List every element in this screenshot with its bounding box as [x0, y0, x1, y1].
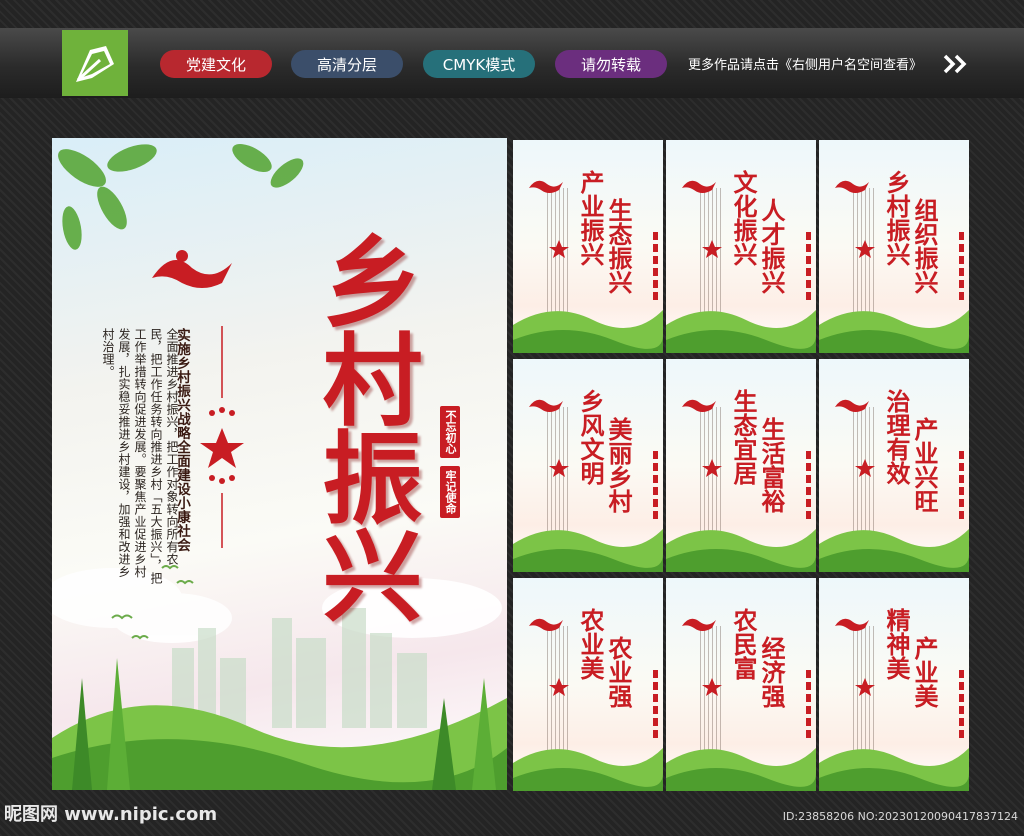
small-poster: 农业美 农业强 — [513, 578, 663, 791]
hills-art — [666, 180, 816, 353]
small-poster: 产业振兴 生态振兴 — [513, 140, 663, 353]
seal-stamp: 不忘初心 — [440, 406, 460, 458]
small-poster: 生态宜居 生活富裕 — [666, 359, 816, 572]
small-poster: 乡村振兴 组织振兴 — [819, 140, 969, 353]
hills-art — [819, 399, 969, 572]
tag-hd-layers[interactable]: 高清分层 — [291, 50, 403, 78]
hills-art — [666, 399, 816, 572]
seal-stamp: 牢记使命 — [440, 466, 460, 518]
image-id: ID:23858206 NO:20230120090417837124 — [782, 810, 1018, 823]
pen-logo-icon — [76, 46, 114, 82]
small-poster: 乡风文明 美丽乡村 — [513, 359, 663, 572]
small-poster: 文化振兴 人才振兴 — [666, 140, 816, 353]
main-poster: 乡村振兴 实施乡村振兴战略全面建设小康社会 全面推进乡村振兴，把工作对象转向所有… — [52, 138, 507, 790]
hills-art — [819, 618, 969, 791]
hills-art — [513, 399, 663, 572]
small-poster: 治理有效 产业兴旺 — [819, 359, 969, 572]
tag-cmyk[interactable]: CMYK模式 — [423, 50, 535, 78]
hills-art — [513, 618, 663, 791]
site-watermark: 昵图网 www.nipic.com — [4, 804, 218, 825]
seal-group: 不忘初心 牢记使命 — [440, 406, 460, 518]
small-poster: 农民富 经济强 — [666, 578, 816, 791]
small-poster: 精神美 产业美 — [819, 578, 969, 791]
tag-party-culture[interactable]: 党建文化 — [160, 50, 272, 78]
hills-art — [513, 180, 663, 353]
main-title: 乡村振兴 — [305, 230, 423, 622]
double-chevron-right-icon[interactable] — [942, 53, 970, 75]
hills-art — [666, 618, 816, 791]
tag-no-repost[interactable]: 请勿转载 — [555, 50, 667, 78]
hills-art — [819, 180, 969, 353]
more-works-link[interactable]: 更多作品请点击《右侧用户名空间查看》 — [688, 54, 922, 73]
site-logo[interactable] — [62, 30, 128, 96]
main-body-text: 全面推进乡村振兴，把工作对象转向所有农民，把工作任务转向推进乡村「五大振兴」，把… — [101, 328, 179, 585]
